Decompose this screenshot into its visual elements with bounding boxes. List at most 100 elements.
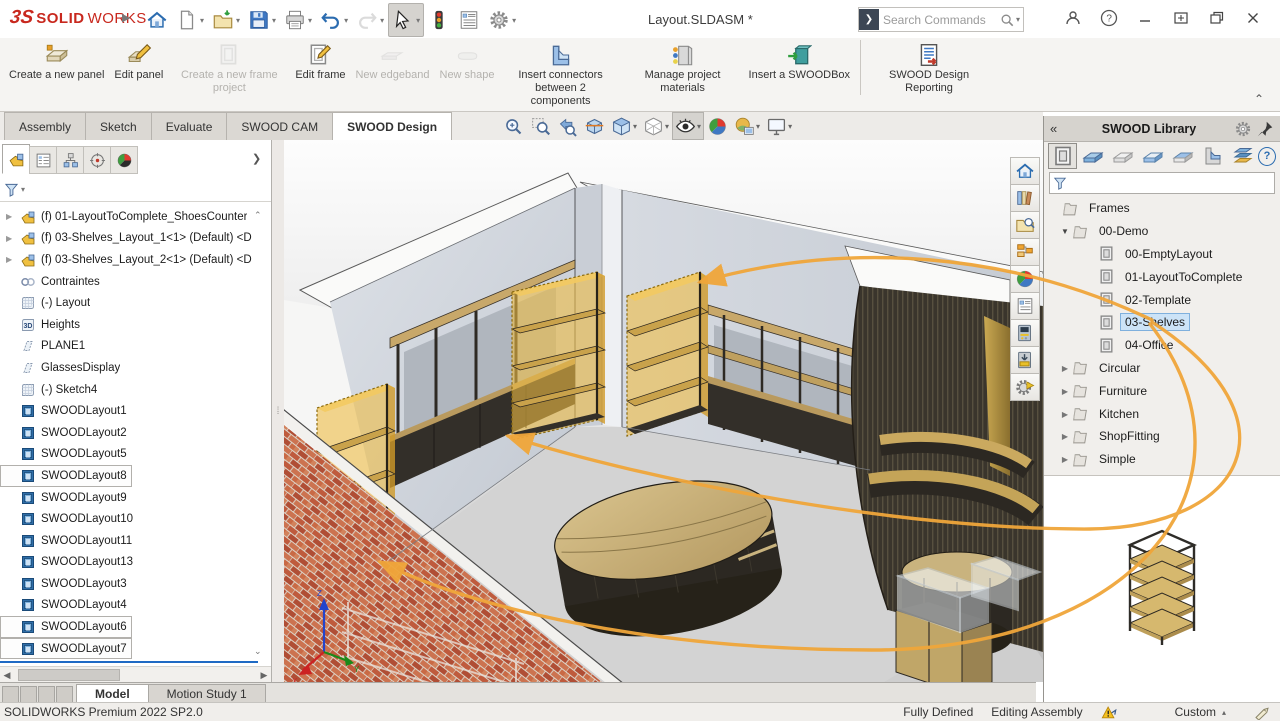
tree-scroll-down-arrow[interactable]: ⌄ bbox=[254, 646, 262, 657]
scroll-right-arrow[interactable]: ▶ bbox=[257, 670, 271, 681]
feature-tree-item[interactable]: SWOODLayout2 bbox=[0, 422, 258, 444]
feature-tree-item[interactable]: SWOODLayout9 bbox=[0, 487, 258, 509]
scrollbar-thumb[interactable] bbox=[18, 669, 120, 681]
scroll-left-arrow[interactable]: ◀ bbox=[0, 670, 14, 681]
ribbon-button[interactable]: SWOOD Design Reporting bbox=[860, 40, 990, 95]
library-tree-item[interactable]: 00-EmptyLayout bbox=[1044, 243, 1280, 266]
library-expand-arrow[interactable] bbox=[1058, 431, 1072, 441]
feature-tree-item[interactable]: SWOODLayout13 bbox=[0, 552, 258, 574]
library-filter-button[interactable] bbox=[1168, 143, 1197, 169]
ribbon-button[interactable]: Manage project materials bbox=[622, 40, 744, 95]
filter-icon[interactable] bbox=[4, 182, 19, 197]
feature-tree-item[interactable]: (-) Layout bbox=[0, 292, 258, 314]
quick-toolbar-button[interactable] bbox=[424, 3, 454, 37]
scene-3d[interactable]: Z X Y bbox=[284, 140, 1043, 682]
library-tree-item[interactable]: Simple bbox=[1044, 448, 1280, 471]
library-filter-button[interactable] bbox=[1228, 143, 1257, 169]
library-tree-item[interactable]: Frames bbox=[1044, 197, 1280, 220]
library-expand-arrow[interactable] bbox=[1058, 409, 1072, 419]
library-filter-box[interactable] bbox=[1049, 172, 1275, 194]
search-commands-box[interactable]: ❯ ▾ bbox=[858, 7, 1024, 32]
search-dropdown-arrow[interactable]: ▾ bbox=[1016, 15, 1020, 24]
task-pane-button[interactable] bbox=[1010, 184, 1040, 212]
library-tree-item[interactable]: 00-Demo bbox=[1044, 220, 1280, 243]
task-pane-button[interactable] bbox=[1010, 373, 1040, 401]
tree-horizontal-scrollbar[interactable]: ◀ ▶ bbox=[0, 666, 271, 683]
quick-toolbar-button[interactable] bbox=[172, 3, 208, 37]
library-tree-item[interactable]: 04-Office bbox=[1044, 334, 1280, 357]
ribbon-button[interactable]: Edit panel bbox=[109, 40, 168, 82]
feature-tree-item[interactable]: SWOODLayout3 bbox=[0, 573, 258, 595]
feature-tree-item[interactable]: (f) 03-Shelves_Layout_2<1> (Default) <D bbox=[0, 249, 258, 271]
task-pane-button[interactable] bbox=[1010, 346, 1040, 374]
feature-tree-item[interactable]: 3D Heights bbox=[0, 314, 258, 336]
viewport-window-control[interactable] bbox=[903, 114, 925, 134]
expand-arrow-icon[interactable] bbox=[6, 234, 20, 243]
library-help-icon[interactable]: ? bbox=[1258, 147, 1276, 166]
task-pane-button[interactable] bbox=[1010, 292, 1040, 320]
library-tree-item[interactable]: Furniture bbox=[1044, 379, 1280, 402]
command-tab[interactable]: Sketch bbox=[85, 112, 152, 140]
headsup-button[interactable] bbox=[527, 112, 554, 140]
titlebar-control-button[interactable] bbox=[1166, 4, 1196, 32]
titlebar-control-button[interactable] bbox=[1238, 4, 1268, 32]
search-icon[interactable] bbox=[1000, 13, 1014, 27]
sheet-nav-button[interactable] bbox=[38, 686, 55, 703]
quick-toolbar-button[interactable] bbox=[388, 3, 424, 37]
expand-arrow-icon[interactable] bbox=[6, 255, 20, 264]
ribbon-button[interactable]: Insert a SWOODBox bbox=[744, 40, 855, 82]
library-filter-button[interactable] bbox=[1048, 143, 1077, 169]
feature-tree-item[interactable]: SWOODLayout5 bbox=[0, 444, 258, 466]
feature-manager-tab[interactable] bbox=[29, 146, 57, 174]
expand-arrow-icon[interactable] bbox=[6, 212, 20, 221]
model-tab[interactable]: Motion Study 1 bbox=[148, 684, 266, 703]
library-tree-item[interactable]: ShopFitting bbox=[1044, 425, 1280, 448]
tree-scroll-up-arrow[interactable]: ⌃ bbox=[254, 210, 262, 221]
headsup-button[interactable] bbox=[640, 112, 672, 140]
library-expand-arrow[interactable] bbox=[1058, 386, 1072, 396]
library-tree-item[interactable]: Kitchen bbox=[1044, 402, 1280, 425]
ribbon-button[interactable]: New shape bbox=[435, 40, 500, 82]
sheet-nav-button[interactable] bbox=[2, 686, 19, 703]
viewport-window-control[interactable] bbox=[981, 114, 1003, 134]
command-tab[interactable]: SWOOD Design bbox=[332, 112, 452, 140]
library-settings-gear-icon[interactable] bbox=[1234, 120, 1252, 138]
quick-toolbar-button[interactable] bbox=[352, 3, 388, 37]
feature-tree-item[interactable]: SWOODLayout6 bbox=[0, 616, 132, 638]
configuration-dropdown-arrow[interactable]: ▴ bbox=[1222, 708, 1226, 717]
feature-tree-item[interactable]: SWOODLayout8 bbox=[0, 465, 132, 487]
status-tag-icon[interactable] bbox=[1254, 704, 1270, 720]
task-pane-button[interactable] bbox=[1010, 319, 1040, 347]
panel-collapse-icon[interactable]: « bbox=[1050, 121, 1068, 136]
feature-tree-item[interactable]: Contraintes bbox=[0, 271, 258, 293]
quick-toolbar-button[interactable] bbox=[454, 3, 484, 37]
ribbon-button[interactable]: Insert connectors between 2 components bbox=[500, 40, 622, 108]
titlebar-control-button[interactable] bbox=[1130, 4, 1160, 32]
feature-manager-tab[interactable] bbox=[56, 146, 84, 174]
titlebar-control-button[interactable] bbox=[1202, 4, 1232, 32]
headsup-button[interactable] bbox=[608, 112, 640, 140]
feature-tree-item[interactable]: SWOODLayout4 bbox=[0, 595, 258, 617]
feature-tree-item[interactable]: SWOODLayout1 bbox=[0, 400, 258, 422]
quick-toolbar-button[interactable] bbox=[484, 3, 520, 37]
feature-manager-tab[interactable] bbox=[83, 146, 111, 174]
graphics-viewport[interactable]: Z X Y bbox=[284, 140, 1043, 682]
viewport-window-control[interactable] bbox=[929, 114, 951, 134]
feature-manager-tab[interactable] bbox=[2, 144, 30, 174]
command-tab[interactable]: SWOOD CAM bbox=[226, 112, 333, 140]
library-filter-button[interactable] bbox=[1198, 143, 1227, 169]
library-filter-button[interactable] bbox=[1108, 143, 1137, 169]
menu-flyout-arrow[interactable]: ▶ bbox=[122, 11, 130, 24]
ribbon-button[interactable]: New edgeband bbox=[350, 40, 434, 82]
feature-tree-item[interactable]: GlassesDisplay bbox=[0, 357, 258, 379]
feature-tree-item[interactable]: SWOODLayout11 bbox=[0, 530, 258, 552]
sheet-nav-button[interactable] bbox=[56, 686, 73, 703]
library-expand-arrow[interactable] bbox=[1058, 454, 1072, 464]
command-tab[interactable]: Assembly bbox=[4, 112, 86, 140]
headsup-button[interactable] bbox=[763, 112, 795, 140]
headsup-button[interactable] bbox=[704, 112, 731, 140]
library-tree-item[interactable]: 02-Template bbox=[1044, 288, 1280, 311]
titlebar-control-button[interactable]: ? bbox=[1094, 4, 1124, 32]
task-pane-button[interactable] bbox=[1010, 238, 1040, 266]
feature-tree-item[interactable]: (f) 03-Shelves_Layout_1<1> (Default) <D bbox=[0, 228, 258, 250]
